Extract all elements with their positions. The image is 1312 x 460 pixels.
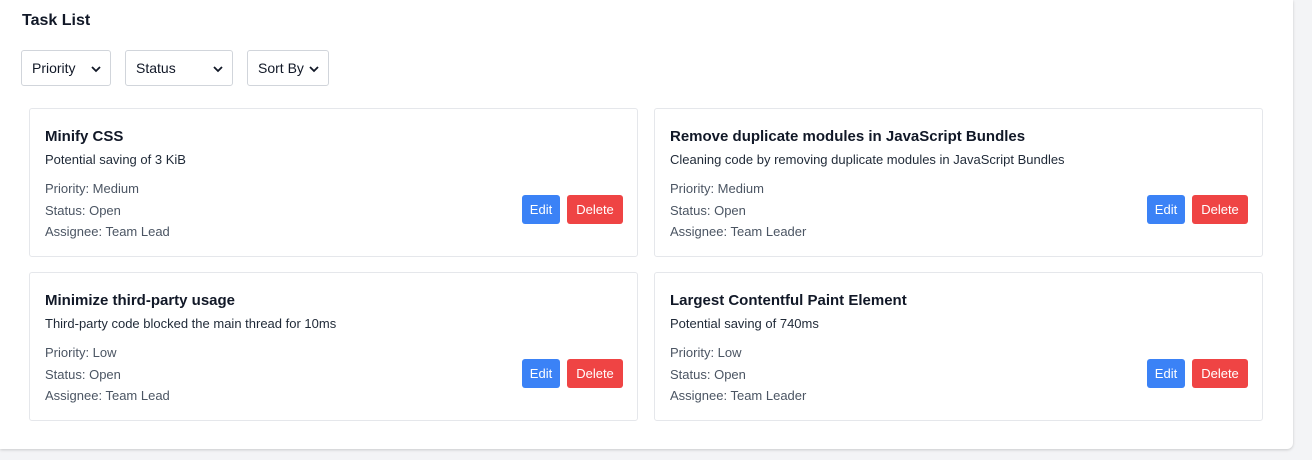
sort-select-value: Sort By: [258, 60, 304, 76]
task-card: Minify CSS Potential saving of 3 KiB Pri…: [29, 108, 638, 257]
chevron-down-icon: [212, 62, 224, 74]
task-title: Minify CSS: [45, 128, 124, 145]
task-title: Minimize third-party usage: [45, 292, 236, 309]
task-description: Cleaning code by removing duplicate modu…: [670, 152, 1065, 167]
status-select[interactable]: Status: [125, 50, 233, 86]
sort-select[interactable]: Sort By: [247, 50, 329, 86]
status-select-value: Status: [136, 60, 176, 76]
task-card: Minimize third-party usage Third-party c…: [29, 272, 638, 421]
edit-button[interactable]: Edit: [1147, 195, 1185, 224]
task-assignee: Assignee: Team Leader: [670, 224, 807, 239]
task-list-panel: Task List Priority Status Sort By Minify…: [0, 0, 1293, 449]
chevron-down-icon: [90, 62, 102, 74]
priority-select-value: Priority: [32, 60, 76, 76]
task-status: Status: Open: [45, 367, 121, 382]
task-actions: Edit Delete: [1147, 359, 1248, 388]
task-title: Remove duplicate modules in JavaScript B…: [670, 128, 1026, 145]
task-actions: Edit Delete: [522, 195, 623, 224]
task-priority: Priority: Low: [45, 345, 117, 360]
task-card: Remove duplicate modules in JavaScript B…: [654, 108, 1263, 257]
task-status: Status: Open: [670, 203, 746, 218]
task-actions: Edit Delete: [522, 359, 623, 388]
task-assignee: Assignee: Team Lead: [45, 224, 170, 239]
chevron-down-icon: [308, 62, 320, 74]
delete-button[interactable]: Delete: [1192, 195, 1248, 224]
filter-bar: Priority Status Sort By: [21, 50, 329, 86]
page-title: Task List: [22, 12, 91, 29]
task-actions: Edit Delete: [1147, 195, 1248, 224]
edit-button[interactable]: Edit: [522, 359, 560, 388]
task-card: Largest Contentful Paint Element Potenti…: [654, 272, 1263, 421]
edit-button[interactable]: Edit: [522, 195, 560, 224]
task-title: Largest Contentful Paint Element: [670, 292, 907, 309]
task-priority: Priority: Medium: [670, 181, 764, 196]
task-priority: Priority: Low: [670, 345, 742, 360]
task-status: Status: Open: [45, 203, 121, 218]
priority-select[interactable]: Priority: [21, 50, 111, 86]
task-description: Potential saving of 3 KiB: [45, 152, 186, 167]
task-assignee: Assignee: Team Leader: [670, 388, 807, 403]
task-description: Potential saving of 740ms: [670, 316, 819, 331]
task-priority: Priority: Medium: [45, 181, 139, 196]
task-status: Status: Open: [670, 367, 746, 382]
delete-button[interactable]: Delete: [567, 195, 623, 224]
delete-button[interactable]: Delete: [1192, 359, 1248, 388]
task-assignee: Assignee: Team Lead: [45, 388, 170, 403]
edit-button[interactable]: Edit: [1147, 359, 1185, 388]
task-description: Third-party code blocked the main thread…: [45, 316, 337, 331]
task-grid: Minify CSS Potential saving of 3 KiB Pri…: [29, 108, 1263, 421]
delete-button[interactable]: Delete: [567, 359, 623, 388]
